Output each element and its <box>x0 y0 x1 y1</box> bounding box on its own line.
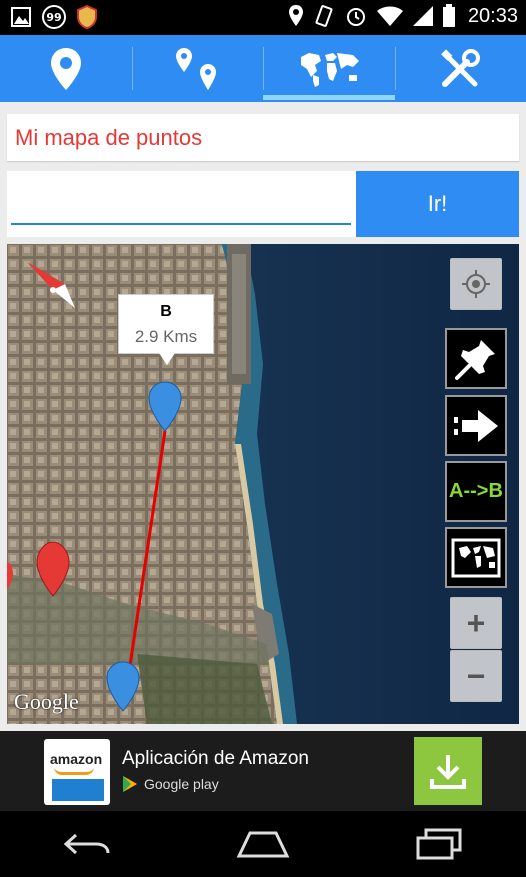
navigation-bar <box>0 811 526 877</box>
go-button-label: Ir! <box>427 191 448 216</box>
gallery-icon <box>11 7 31 27</box>
google-play-badge: Google play <box>122 775 219 793</box>
battery-icon <box>442 4 455 27</box>
crosshair-icon <box>462 270 490 298</box>
ad-banner[interactable]: amazon Aplicación de Amazon Google play <box>0 731 526 811</box>
signal-icon <box>412 6 433 26</box>
marker-callout[interactable]: B 2.9 Kms <box>118 294 214 365</box>
notification-badge-text: 99 <box>46 10 62 24</box>
satellite-map[interactable] <box>7 244 519 724</box>
a-to-b-button[interactable]: A-->B <box>445 461 507 522</box>
go-button[interactable]: Ir! <box>356 171 519 237</box>
tab-multiple-points[interactable] <box>131 35 264 102</box>
zoom-in-button[interactable]: + <box>450 597 502 649</box>
location-icon <box>288 5 303 26</box>
drop-pin-button[interactable] <box>445 328 507 389</box>
map-type-button[interactable] <box>445 527 507 588</box>
zoom-in-label: + <box>466 605 486 641</box>
download-icon <box>430 755 466 789</box>
play-store-icon <box>123 776 137 792</box>
ad-title: Aplicación de Amazon <box>122 748 309 769</box>
tab-single-point[interactable] <box>0 35 132 102</box>
shopping-cart-icon <box>52 779 104 801</box>
google-attribution: Google <box>14 689 79 714</box>
recent-apps-icon[interactable] <box>414 827 464 861</box>
callout-title: B <box>160 303 172 320</box>
ad-download-button[interactable] <box>414 737 482 805</box>
my-location-button[interactable] <box>450 258 502 310</box>
ad-brand: amazon <box>50 751 103 767</box>
zoom-out-label: − <box>466 658 486 694</box>
notification-count-icon: 99 <box>42 5 66 29</box>
arrow-right-icon <box>454 409 498 442</box>
home-icon[interactable] <box>236 829 290 859</box>
amazon-smile-icon <box>54 767 94 775</box>
a-to-b-label: A-->B <box>449 480 503 502</box>
callout-distance: 2.9 Kms <box>134 327 198 346</box>
pushpin-icon <box>455 339 495 380</box>
search-bar: Ir! <box>7 171 519 237</box>
world-map-icon <box>300 52 359 87</box>
tab-bar <box>0 35 526 102</box>
wifi-icon <box>376 6 403 26</box>
ad-store: Google play <box>144 776 219 792</box>
world-map-icon <box>451 538 501 577</box>
amazon-app-icon[interactable]: amazon <box>44 739 110 805</box>
tools-icon <box>441 48 481 87</box>
location-pin-icon <box>50 47 81 90</box>
directions-button[interactable] <box>445 395 507 456</box>
status-bar: 99 20:33 <box>0 0 526 35</box>
shield-icon <box>77 5 97 29</box>
status-time: 20:33 <box>467 4 518 27</box>
tab-world-map[interactable] <box>263 35 395 102</box>
map-view[interactable]: B 2.9 Kms A-->B + − Google <box>7 244 519 724</box>
alarm-icon <box>346 8 365 26</box>
map-title: Mi mapa de puntos <box>15 125 203 150</box>
back-icon[interactable] <box>62 829 112 859</box>
tab-settings[interactable] <box>394 35 526 102</box>
multiple-pins-icon <box>176 47 217 90</box>
zoom-out-button[interactable]: − <box>450 650 502 702</box>
map-title-card: Mi mapa de puntos <box>7 114 519 161</box>
vibrate-icon <box>315 5 333 27</box>
search-input[interactable] <box>11 181 351 225</box>
